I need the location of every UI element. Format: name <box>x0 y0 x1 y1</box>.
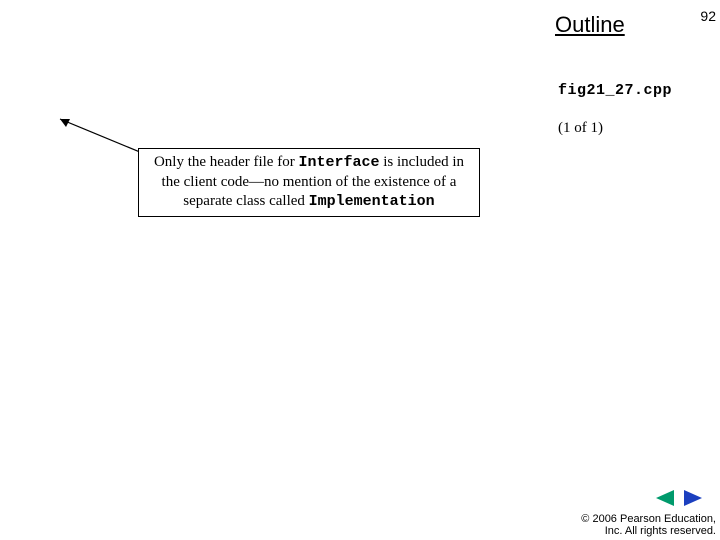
file-name-label: fig21_27.cpp <box>558 82 672 99</box>
callout-line-1: Only the header file for Interface is in… <box>145 153 473 173</box>
callout-box: Only the header file for Interface is in… <box>138 148 480 217</box>
triangle-left-icon <box>652 488 676 508</box>
code-implementation: Implementation <box>309 193 435 210</box>
callout-text: is included in <box>379 154 464 170</box>
callout-text: Only the header file for <box>154 154 299 170</box>
nav-controls <box>652 488 706 508</box>
callout-line-2: the client code—no mention of the existe… <box>145 173 473 192</box>
triangle-right-icon <box>682 488 706 508</box>
page-number: 92 <box>700 8 716 24</box>
prev-button[interactable] <box>652 488 676 508</box>
outline-title: Outline <box>555 12 625 38</box>
code-interface: Interface <box>298 154 379 171</box>
copyright-line-1: © 2006 Pearson Education, <box>581 513 716 526</box>
copyright: © 2006 Pearson Education, Inc. All right… <box>581 513 716 538</box>
callout-text: separate class called <box>183 193 308 209</box>
copyright-line-2: Inc. All rights reserved. <box>581 525 716 538</box>
callout-line-3: separate class called Implementation <box>145 192 473 212</box>
next-button[interactable] <box>682 488 706 508</box>
page-of-label: (1 of 1) <box>558 120 603 137</box>
